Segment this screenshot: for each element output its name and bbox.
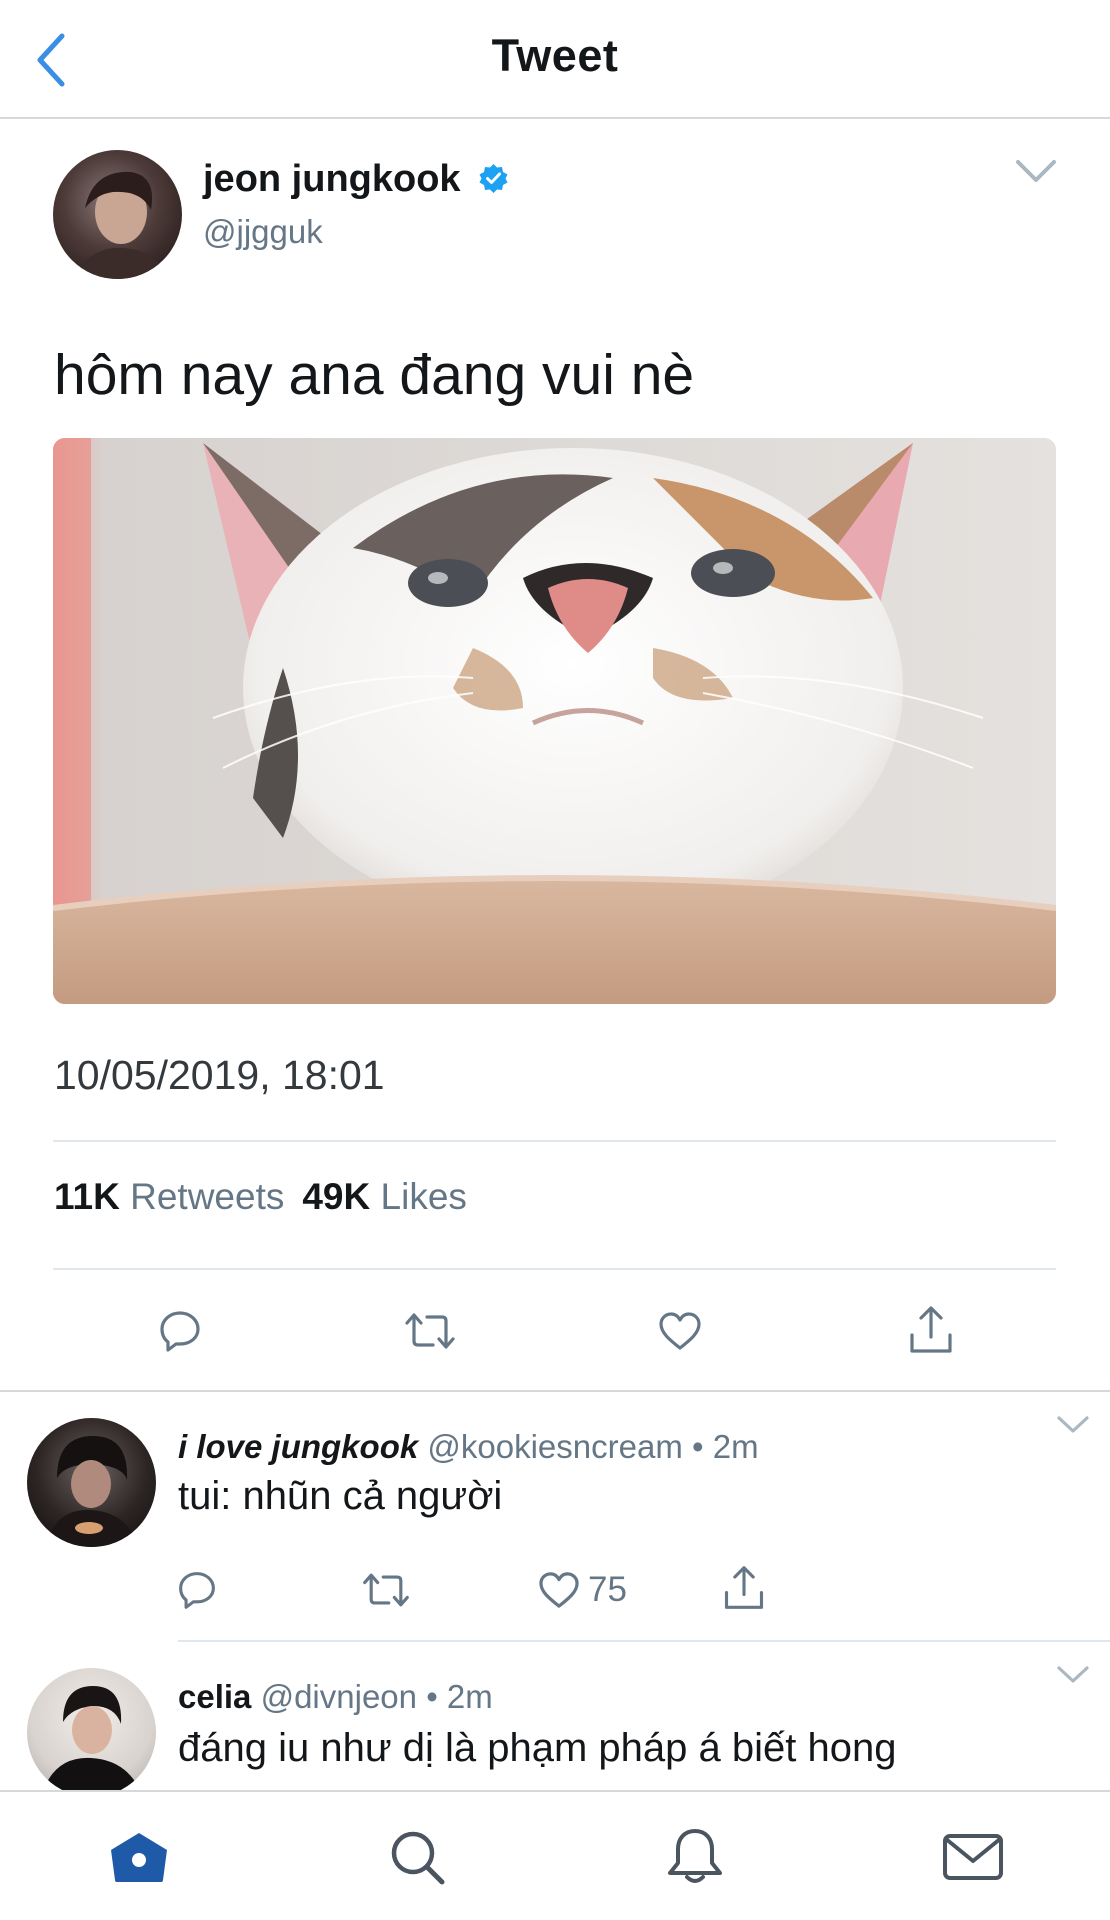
divider: [0, 1390, 1110, 1392]
reply-meta: i love jungkook @kookiesncream • 2m: [178, 1428, 759, 1466]
share-icon: [910, 1306, 952, 1353]
reply-avatar[interactable]: [27, 1418, 156, 1547]
tab-notifications[interactable]: [660, 1822, 730, 1892]
retweet-icon: [405, 1313, 455, 1349]
reply-author-handle[interactable]: @kookiesncream: [427, 1428, 682, 1465]
retweet-button[interactable]: [400, 1303, 460, 1359]
likes-label[interactable]: Likes: [381, 1176, 467, 1217]
like-count: 75: [588, 1570, 627, 1609]
cat-photo: [53, 438, 1056, 1004]
retweet-button[interactable]: [358, 1565, 414, 1615]
reply-author-name[interactable]: i love jungkook: [178, 1428, 418, 1465]
notifications-icon: [668, 1829, 722, 1883]
bottom-tab-bar: [0, 1790, 1110, 1920]
like-button[interactable]: 75: [538, 1565, 638, 1615]
likes-count[interactable]: 49K: [302, 1176, 370, 1217]
retweet-icon: [363, 1573, 409, 1607]
tab-search[interactable]: [382, 1822, 452, 1892]
share-button[interactable]: [903, 1300, 959, 1360]
tab-messages[interactable]: [938, 1822, 1008, 1892]
tweet-stats: 11K Retweets 49K Likes: [54, 1176, 467, 1218]
author-name[interactable]: jeon jungkook: [203, 158, 461, 201]
retweets-label[interactable]: Retweets: [130, 1176, 284, 1217]
page-title: Tweet: [491, 30, 619, 81]
meta-separator: •: [691, 1428, 704, 1465]
share-button[interactable]: [718, 1560, 770, 1616]
chevron-down-icon[interactable]: [1014, 156, 1058, 186]
retweets-count[interactable]: 11K: [54, 1176, 120, 1217]
tweet-timestamp: 10/05/2019, 18:01: [54, 1052, 385, 1098]
reply-author-handle[interactable]: @divnjeon: [261, 1678, 417, 1715]
share-icon: [724, 1566, 764, 1609]
tweet-text: hôm nay ana đang vui nè: [54, 343, 695, 407]
like-icon: [659, 1312, 701, 1350]
reply-meta: celia @divnjeon • 2m: [178, 1678, 493, 1716]
reply-text: tui: nhũn cả người: [178, 1474, 503, 1518]
messages-icon: [943, 1834, 1003, 1880]
reply-button[interactable]: [172, 1565, 222, 1615]
top-bar: Tweet: [0, 0, 1110, 119]
tab-home[interactable]: [104, 1822, 174, 1892]
reply-button[interactable]: [152, 1303, 208, 1359]
reply-icon: [160, 1311, 200, 1352]
author-avatar[interactable]: [53, 150, 182, 279]
search-icon: [391, 1831, 445, 1885]
chevron-down-icon[interactable]: [1056, 1664, 1090, 1686]
tweet-media[interactable]: [53, 438, 1056, 1004]
divider: [178, 1640, 1110, 1642]
reply-time: 2m: [712, 1428, 759, 1465]
reply-time: 2m: [446, 1678, 493, 1715]
reply-text: đáng iu như dị là phạm pháp á biết hong: [178, 1726, 897, 1770]
reply-author-name[interactable]: celia: [178, 1678, 251, 1715]
reply-icon: [179, 1572, 215, 1609]
home-icon: [111, 1833, 167, 1882]
divider: [53, 1140, 1056, 1142]
like-button[interactable]: [652, 1303, 708, 1359]
like-icon: [539, 1572, 579, 1608]
divider: [53, 1268, 1056, 1270]
reply-avatar[interactable]: [27, 1668, 156, 1797]
meta-separator: •: [426, 1678, 438, 1715]
verified-badge-icon: [479, 164, 508, 193]
chevron-down-icon[interactable]: [1056, 1414, 1090, 1436]
author-handle[interactable]: @jjgguk: [203, 213, 323, 251]
